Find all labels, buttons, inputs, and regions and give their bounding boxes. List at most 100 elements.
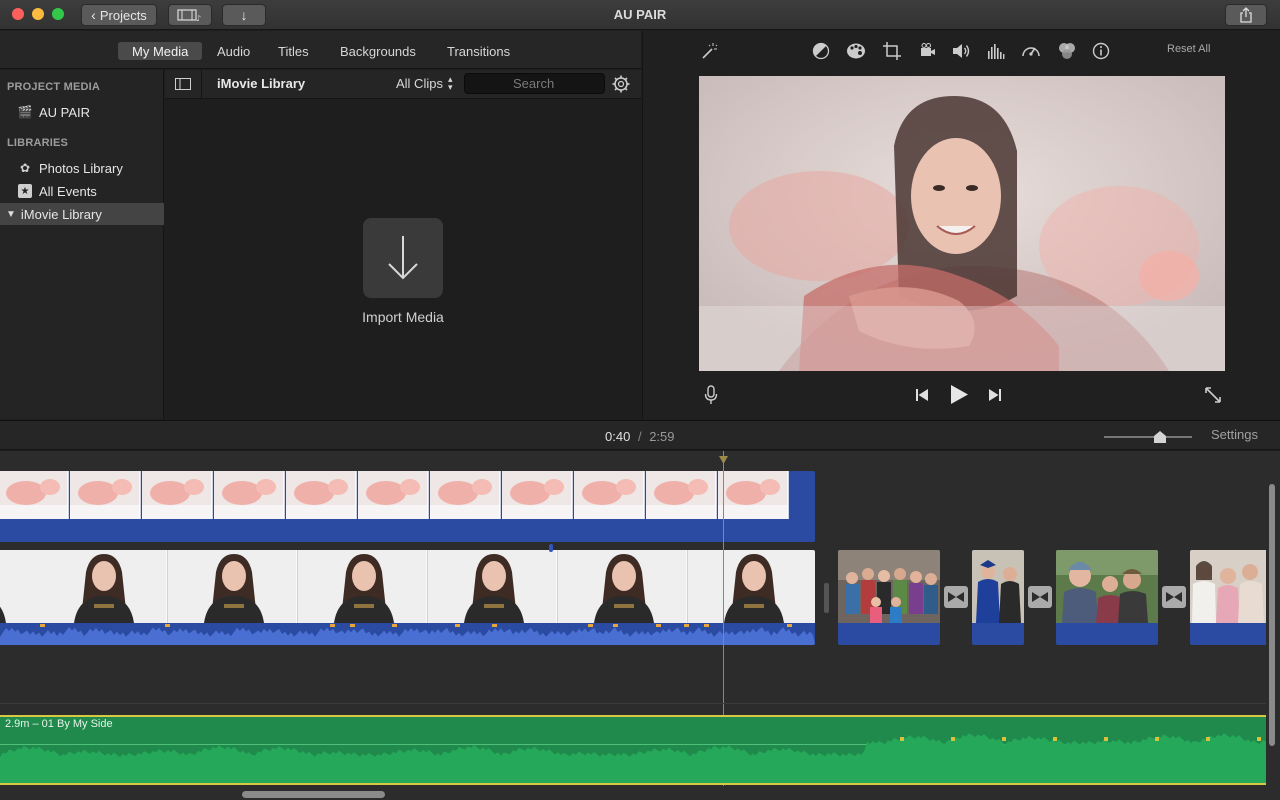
libraries-header: LIBRARIES bbox=[7, 137, 69, 149]
share-button[interactable] bbox=[1225, 4, 1267, 26]
clip-filter-select[interactable]: All Clips ▴ ▾ bbox=[396, 74, 453, 92]
tab-my-media[interactable]: My Media bbox=[118, 42, 203, 60]
video-preview bbox=[699, 76, 1225, 371]
close-window-button[interactable] bbox=[12, 8, 24, 20]
zoom-slider-thumb[interactable] bbox=[1154, 430, 1166, 443]
project-media-header: PROJECT MEDIA bbox=[7, 81, 101, 93]
tab-titles[interactable]: Titles bbox=[264, 42, 323, 60]
sidebar-item-label: AU PAIR bbox=[39, 104, 91, 120]
total-time: 2:59 bbox=[649, 429, 675, 444]
updown-chevron-icon: ▴ ▾ bbox=[447, 74, 453, 92]
color-balance-icon bbox=[812, 42, 830, 60]
bowtie-transition-icon bbox=[1166, 592, 1182, 602]
speed-button[interactable] bbox=[1021, 41, 1041, 61]
stabilization-button[interactable] bbox=[917, 41, 937, 61]
browser-settings-button[interactable] bbox=[611, 74, 631, 94]
photo-graduates-thumbnail bbox=[972, 550, 1024, 623]
arrow-down-icon bbox=[388, 236, 418, 280]
import-media-label: Import Media bbox=[362, 309, 444, 325]
skip-back-icon bbox=[916, 389, 928, 401]
main-clip-filmstrip bbox=[0, 550, 815, 623]
stabilization-icon bbox=[921, 43, 935, 56]
import-button[interactable]: ↓ bbox=[222, 4, 266, 26]
timeline-settings-button[interactable]: Settings bbox=[1211, 427, 1258, 442]
overlay-clip-filmstrip bbox=[0, 471, 789, 519]
sidebar-item-all-events[interactable]: ★ All Events bbox=[0, 180, 164, 202]
disclosure-triangle-icon[interactable]: ▼ bbox=[6, 209, 16, 220]
microphone-icon bbox=[704, 385, 718, 404]
star-icon: ★ bbox=[18, 184, 32, 198]
color-balance-button[interactable] bbox=[811, 41, 831, 61]
crop-icon bbox=[883, 42, 901, 60]
toggle-sidebar-button[interactable] bbox=[165, 70, 202, 98]
color-correction-button[interactable] bbox=[846, 41, 866, 61]
filmstrip-music-icon: ♪ bbox=[177, 9, 201, 22]
clip-gap-handle[interactable] bbox=[824, 583, 829, 613]
sidebar-item-label: All Events bbox=[39, 183, 97, 199]
skip-forward-button[interactable] bbox=[988, 388, 1002, 407]
share-icon bbox=[1240, 7, 1252, 23]
timeline: 2.9m – 01 By My Side bbox=[0, 451, 1280, 800]
photo-friends-thumbnail bbox=[1190, 550, 1266, 623]
transition-cross-dissolve[interactable] bbox=[1028, 586, 1052, 608]
media-view-button[interactable]: ♪ bbox=[168, 4, 212, 26]
main-clip[interactable] bbox=[0, 550, 815, 645]
crop-button[interactable] bbox=[882, 41, 902, 61]
import-media-button[interactable] bbox=[363, 218, 443, 298]
transition-cross-dissolve[interactable] bbox=[1162, 586, 1186, 608]
gear-icon bbox=[612, 75, 630, 93]
chevron-left-icon: ‹ bbox=[91, 7, 96, 23]
play-icon bbox=[951, 385, 968, 404]
media-browser: iMovie Library All Clips ▴ ▾ Search Impo… bbox=[165, 70, 641, 419]
timeline-vertical-scrollbar[interactable] bbox=[1269, 484, 1275, 746]
photo-clip-group-hats[interactable] bbox=[1056, 550, 1158, 645]
svg-text:♪: ♪ bbox=[196, 14, 201, 22]
playhead-handle[interactable] bbox=[719, 451, 728, 469]
tab-backgrounds[interactable]: Backgrounds bbox=[326, 42, 430, 60]
title-bar: ‹ Projects ♪ ↓ AU PAIR bbox=[0, 0, 1280, 30]
filter-button[interactable] bbox=[1057, 41, 1077, 61]
timeline-horizontal-scrollbar[interactable] bbox=[242, 791, 385, 798]
tab-audio[interactable]: Audio bbox=[203, 42, 264, 60]
skip-forward-icon bbox=[989, 389, 1001, 401]
minimize-window-button[interactable] bbox=[32, 8, 44, 20]
tab-transitions[interactable]: Transitions bbox=[433, 42, 524, 60]
zoom-slider[interactable] bbox=[1104, 431, 1192, 443]
photo-clip-friends[interactable] bbox=[1190, 550, 1266, 645]
music-waveform bbox=[0, 733, 1266, 783]
search-input[interactable] bbox=[464, 73, 605, 94]
sidebar-item-photos-library[interactable]: ✿ Photos Library bbox=[0, 157, 164, 179]
bowtie-transition-icon bbox=[1032, 592, 1048, 602]
play-button[interactable] bbox=[949, 384, 969, 410]
fullscreen-window-button[interactable] bbox=[52, 8, 64, 20]
sidebar-item-imovie-library[interactable]: ▼ iMovie Library bbox=[0, 203, 164, 225]
enhance-button[interactable] bbox=[699, 41, 719, 61]
clip-filter-value: All Clips bbox=[396, 75, 443, 91]
photo-clip-graduates[interactable] bbox=[972, 550, 1024, 645]
fullscreen-button[interactable] bbox=[1204, 386, 1222, 409]
skip-back-button[interactable] bbox=[915, 388, 929, 407]
arrow-down-icon: ↓ bbox=[240, 7, 248, 23]
color-correction-icon bbox=[847, 43, 865, 59]
photos-icon: ✿ bbox=[19, 161, 31, 175]
reset-all-button[interactable]: Reset All bbox=[1167, 43, 1210, 55]
viewer-panel: Reset All bbox=[642, 31, 1280, 419]
equalizer-button[interactable] bbox=[986, 41, 1006, 61]
voiceover-button[interactable] bbox=[704, 385, 718, 410]
volume-button[interactable] bbox=[951, 41, 971, 61]
photo-group-thumbnail bbox=[1056, 550, 1158, 623]
photo-family-thumbnail bbox=[838, 550, 940, 623]
overlay-clip[interactable] bbox=[0, 471, 815, 542]
transition-cross-dissolve[interactable] bbox=[944, 586, 968, 608]
timeline-header: 0:40 / 2:59 Settings bbox=[0, 420, 1280, 450]
projects-back-label: Projects bbox=[99, 7, 147, 23]
projects-back-button[interactable]: ‹ Projects bbox=[81, 4, 157, 26]
volume-icon bbox=[953, 44, 970, 58]
video-frame-image bbox=[699, 76, 1225, 371]
info-button[interactable] bbox=[1091, 41, 1111, 61]
background-music-track[interactable]: 2.9m – 01 By My Side bbox=[0, 715, 1266, 785]
sidebar-item-label: iMovie Library bbox=[20, 206, 102, 222]
sidebar-item-project[interactable]: 🎬 AU PAIR bbox=[0, 101, 164, 123]
photo-clip-family[interactable] bbox=[838, 550, 940, 645]
bowtie-transition-icon bbox=[948, 592, 964, 602]
